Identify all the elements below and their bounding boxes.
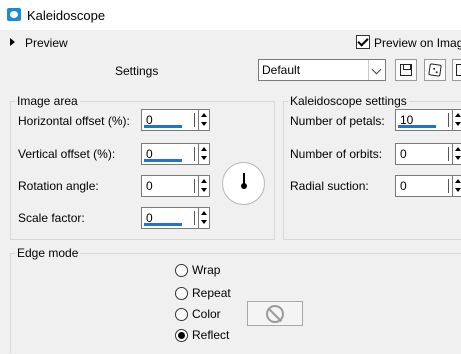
image-area-title: Image area xyxy=(15,94,80,108)
scale-factor-label: Scale factor: xyxy=(18,211,85,225)
repeat-label[interactable]: Repeat xyxy=(192,286,231,300)
expand-arrow-icon[interactable] xyxy=(10,38,15,46)
floppy-disk-icon xyxy=(400,64,412,76)
radio-button[interactable] xyxy=(175,287,188,300)
window-title: Kaleidoscope xyxy=(27,8,106,23)
kaleidoscope-app-icon xyxy=(7,8,21,21)
arrow-up-icon[interactable] xyxy=(201,179,207,183)
arrow-down-icon[interactable] xyxy=(201,122,207,126)
preview-toggle-label[interactable]: Preview xyxy=(25,36,68,50)
arrow-down-icon[interactable] xyxy=(455,122,461,126)
arrow-down-icon[interactable] xyxy=(201,188,207,192)
number-of-petals-label: Number of petals: xyxy=(290,114,385,128)
spin-buttons[interactable] xyxy=(452,144,461,164)
rotation-angle-label: Rotation angle: xyxy=(18,179,99,193)
dial-needle xyxy=(241,173,247,189)
radio-button-selected[interactable] xyxy=(175,329,188,342)
color-label[interactable]: Color xyxy=(192,307,221,321)
value-slider-bar[interactable] xyxy=(144,159,182,162)
scale-factor-stepper[interactable]: 0 xyxy=(141,207,210,229)
radio-button[interactable] xyxy=(175,308,188,321)
slider-mark xyxy=(194,113,195,127)
radio-button[interactable] xyxy=(175,264,188,277)
arrow-up-icon[interactable] xyxy=(455,179,461,183)
spin-buttons[interactable] xyxy=(452,110,461,130)
preview-on-image-checkbox[interactable] xyxy=(356,35,370,49)
spin-buttons[interactable] xyxy=(198,110,209,130)
radial-suction-label: Radial suction: xyxy=(290,179,369,193)
arrow-down-icon[interactable] xyxy=(455,188,461,192)
value-slider-bar[interactable] xyxy=(144,223,182,226)
chevron-down-icon[interactable] xyxy=(368,60,385,80)
settings-label: Settings xyxy=(115,64,159,78)
slider-mark xyxy=(448,147,449,161)
edge-mode-group: Edge mode xyxy=(10,246,461,353)
reflect-label[interactable]: Reflect xyxy=(192,328,229,342)
arrow-down-icon[interactable] xyxy=(201,156,207,160)
slider-mark xyxy=(448,179,449,193)
kaleidoscope-settings-title: Kaleidoscope settings xyxy=(288,94,409,108)
dice-icon xyxy=(428,63,442,77)
arrow-up-icon[interactable] xyxy=(455,147,461,151)
value-slider-bar[interactable] xyxy=(144,125,182,128)
edge-mode-title: Edge mode xyxy=(15,246,81,260)
spin-buttons[interactable] xyxy=(198,144,209,164)
no-sign-icon xyxy=(266,305,284,323)
rotation-angle-value[interactable]: 0 xyxy=(146,179,153,193)
arrow-down-icon[interactable] xyxy=(201,220,207,224)
vertical-offset-label: Vertical offset (%): xyxy=(18,147,116,161)
rotation-angle-stepper[interactable]: 0 xyxy=(141,175,210,197)
save-preset-button[interactable] xyxy=(395,59,417,81)
radial-suction-value[interactable]: 0 xyxy=(400,179,407,193)
arrow-up-icon[interactable] xyxy=(201,113,207,117)
reset-icon xyxy=(456,64,461,76)
number-of-orbits-value[interactable]: 0 xyxy=(400,147,407,161)
slider-mark xyxy=(448,113,449,127)
wrap-label[interactable]: Wrap xyxy=(192,263,220,277)
spin-buttons[interactable] xyxy=(452,176,461,196)
preview-on-image-label[interactable]: Preview on Image xyxy=(374,36,461,50)
preset-value: Default xyxy=(262,63,301,77)
randomize-button[interactable] xyxy=(424,59,446,81)
number-of-petals-stepper[interactable]: 10 xyxy=(395,109,461,131)
reset-button[interactable] xyxy=(452,59,461,81)
value-slider-bar[interactable] xyxy=(398,125,436,128)
spin-buttons[interactable] xyxy=(198,176,209,196)
arrow-down-icon[interactable] xyxy=(455,156,461,160)
title-bar: Kaleidoscope xyxy=(0,0,461,30)
arrow-up-icon[interactable] xyxy=(201,147,207,151)
number-of-orbits-stepper[interactable]: 0 xyxy=(395,143,461,165)
number-of-orbits-label: Number of orbits: xyxy=(290,147,383,161)
vertical-offset-stepper[interactable]: 0 xyxy=(141,143,210,165)
preset-select[interactable]: Default xyxy=(258,59,386,81)
horizontal-offset-label: Horizontal offset (%): xyxy=(18,114,130,128)
horizontal-offset-stepper[interactable]: 0 xyxy=(141,109,210,131)
arrow-up-icon[interactable] xyxy=(201,211,207,215)
slider-mark xyxy=(194,179,195,193)
spin-buttons[interactable] xyxy=(198,208,209,228)
edge-color-swatch[interactable] xyxy=(247,301,303,326)
rotation-dial-icon[interactable] xyxy=(222,162,265,205)
radial-suction-stepper[interactable]: 0 xyxy=(395,175,461,197)
slider-mark xyxy=(194,147,195,161)
slider-mark xyxy=(194,211,195,225)
arrow-up-icon[interactable] xyxy=(455,113,461,117)
